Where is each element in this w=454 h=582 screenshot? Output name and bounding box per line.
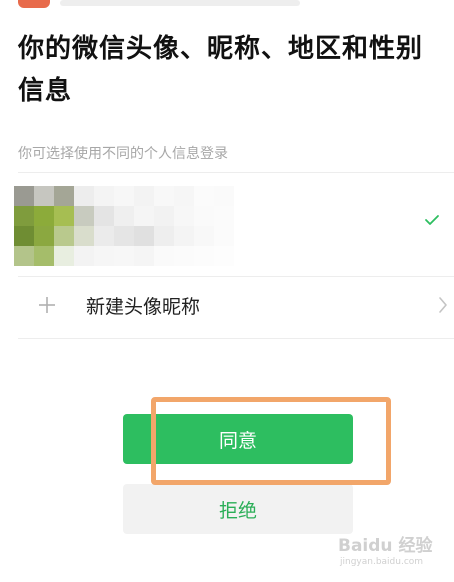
- new-profile-option[interactable]: 新建头像昵称: [0, 280, 454, 336]
- watermark-text: Baidu 经验: [338, 536, 433, 556]
- check-icon: [425, 215, 439, 225]
- avatar: [14, 186, 234, 266]
- page-title: 你的微信头像、昵称、地区和性别信息: [18, 34, 424, 106]
- app-icon: [18, 0, 50, 8]
- subtitle: 你可选择使用不同的个人信息登录: [18, 146, 228, 162]
- new-profile-label: 新建头像昵称: [86, 296, 201, 318]
- profile-option-row[interactable]: [0, 172, 454, 270]
- watermark-logo: Baidu 经验 jingyan.baidu.com: [338, 536, 438, 576]
- top-bar: [60, 0, 300, 6]
- agree-button[interactable]: 同意: [123, 414, 353, 464]
- plus-icon: [39, 297, 55, 313]
- divider: [18, 338, 454, 339]
- watermark-url: jingyan.baidu.com: [340, 557, 424, 567]
- chevron-right-icon: [439, 297, 447, 313]
- divider: [18, 276, 454, 277]
- reject-button[interactable]: 拒绝: [123, 484, 353, 534]
